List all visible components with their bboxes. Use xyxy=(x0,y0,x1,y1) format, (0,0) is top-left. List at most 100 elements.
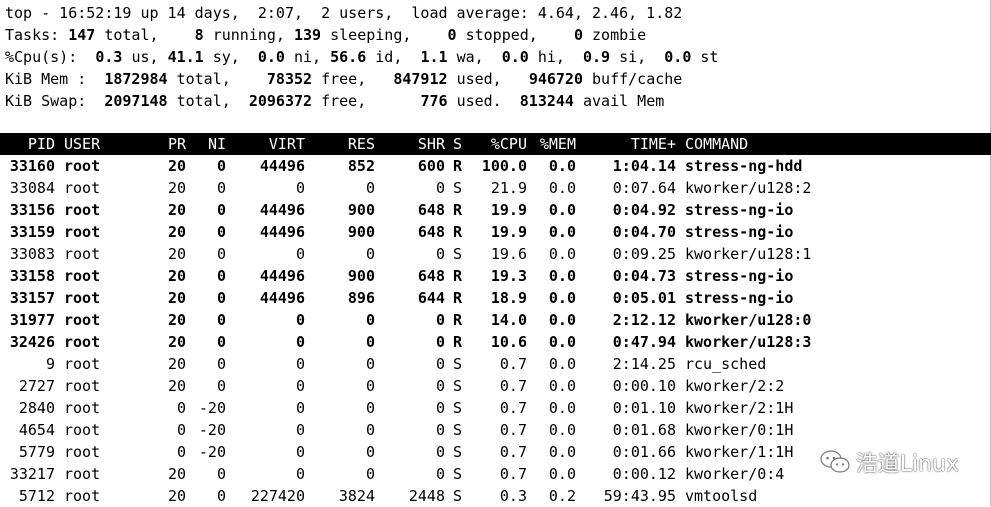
process-virt: 44496 xyxy=(259,157,305,175)
process-nice: 0 xyxy=(216,355,226,373)
swap-total: 2097148 xyxy=(104,92,168,110)
swap-label: KiB Swap: xyxy=(5,92,87,110)
process-cpu: 18.9 xyxy=(490,289,527,307)
process-state: S xyxy=(453,355,463,373)
process-shr: 0 xyxy=(435,333,445,351)
process-shr: 0 xyxy=(435,421,445,439)
process-row[interactable]: 33083 root 20 0 0 0 0 S 19.6 0.0 0:09.25 kworker/u1… xyxy=(0,243,991,265)
process-row[interactable]: 5712 root 20 0 227420 3824 2448 S 0.3 0.2 59:43.95… xyxy=(0,485,991,507)
process-user: root xyxy=(64,421,101,439)
process-user: root xyxy=(64,267,101,285)
process-row[interactable]: 4654 root 0 -20 0 0 0 S 0.7 0.0 0:01.68 kworker/0:1… xyxy=(0,419,991,441)
mem-line: KiB Mem : 1872984 total, 78352 free, 847… xyxy=(5,68,682,90)
process-pid: 5712 xyxy=(18,487,55,505)
process-mem: 0.0 xyxy=(548,465,576,483)
process-virt: 44496 xyxy=(259,201,305,219)
process-nice: -20 xyxy=(198,421,226,439)
process-command: stress-ng-io xyxy=(685,223,794,241)
process-priority: 0 xyxy=(176,399,186,417)
process-command: kworker/u128:0 xyxy=(685,311,812,329)
process-table-header: PID USER PR NI VIRT RES SHR S %CPU %MEM … xyxy=(0,133,991,155)
process-state: R xyxy=(453,267,463,285)
cpu-st: 0.0 xyxy=(664,48,692,66)
col-header-time[interactable]: TIME+ xyxy=(590,133,676,155)
process-res: 0 xyxy=(365,465,375,483)
process-command: stress-ng-io xyxy=(685,267,794,285)
process-command: stress-ng-io xyxy=(685,289,794,307)
cpu-label: %Cpu(s): xyxy=(5,48,78,66)
col-header-state[interactable]: S xyxy=(453,133,467,155)
tasks-stopped: 0 xyxy=(447,26,457,44)
process-row[interactable]: 33159 root 20 0 44496 900 648 R 19.9 0.0 0:04.70 st… xyxy=(0,221,991,243)
process-virt: 0 xyxy=(295,443,305,461)
tasks-total-label: total, xyxy=(104,26,159,44)
col-header-cpu[interactable]: %CPU xyxy=(472,133,527,155)
process-time: 2:12.12 xyxy=(612,311,676,329)
cpu-ni: 0.0 xyxy=(257,48,285,66)
process-mem: 0.0 xyxy=(548,289,576,307)
process-user: root xyxy=(64,443,101,461)
wechat-icon xyxy=(820,450,850,473)
swap-free: 2096372 xyxy=(248,92,313,110)
mem-buff: 946720 xyxy=(528,70,583,88)
swap-avail: 813244 xyxy=(519,92,574,110)
process-row[interactable]: 31977 root 20 0 0 0 0 R 14.0 0.0 2:12.12 kworker/u1… xyxy=(0,309,991,331)
process-state: R xyxy=(453,289,463,307)
col-header-virt[interactable]: VIRT xyxy=(230,133,305,155)
process-row[interactable]: 2727 root 20 0 0 0 0 S 0.7 0.0 0:00.10 kworker/2:2 xyxy=(0,375,991,397)
process-virt: 0 xyxy=(295,465,305,483)
process-shr: 648 xyxy=(417,267,445,285)
process-virt: 0 xyxy=(295,311,305,329)
process-row[interactable]: 9 root 20 0 0 0 0 S 0.7 0.0 2:14.25 rcu_sched xyxy=(0,353,991,375)
process-command: stress-ng-io xyxy=(685,201,794,219)
col-header-shr[interactable]: SHR xyxy=(380,133,445,155)
process-command: vmtoolsd xyxy=(685,487,758,505)
col-header-command[interactable]: COMMAND xyxy=(685,133,835,155)
mem-label: KiB Mem : xyxy=(5,70,87,88)
col-header-mem[interactable]: %MEM xyxy=(530,133,576,155)
process-pid: 33157 xyxy=(9,289,55,307)
process-virt: 0 xyxy=(295,245,305,263)
cpu-id: 56.6 xyxy=(330,48,367,66)
process-nice: 0 xyxy=(216,465,226,483)
process-row[interactable]: 33156 root 20 0 44496 900 648 R 19.9 0.0 0:04.92 st… xyxy=(0,199,991,221)
process-row[interactable]: 33157 root 20 0 44496 896 644 R 18.9 0.0 0:05.01 st… xyxy=(0,287,991,309)
process-time: 2:14.25 xyxy=(612,355,676,373)
process-state: S xyxy=(453,465,463,483)
process-nice: -20 xyxy=(198,443,226,461)
process-row[interactable]: 33158 root 20 0 44496 900 648 R 19.3 0.0 0:04.73 st… xyxy=(0,265,991,287)
process-row[interactable]: 33084 root 20 0 0 0 0 S 21.9 0.0 0:07.64 kworker/u1… xyxy=(0,177,991,199)
process-mem: 0.0 xyxy=(548,443,576,461)
cpu-sy: 41.1 xyxy=(167,48,204,66)
process-res: 900 xyxy=(347,267,375,285)
process-res: 0 xyxy=(365,377,375,395)
col-header-ni[interactable]: NI xyxy=(188,133,226,155)
process-priority: 20 xyxy=(167,157,186,175)
process-priority: 20 xyxy=(167,355,186,373)
process-time: 59:43.95 xyxy=(603,487,676,505)
process-shr: 644 xyxy=(417,289,445,307)
process-row[interactable]: 2840 root 0 -20 0 0 0 S 0.7 0.0 0:01.10 kworker/2:1… xyxy=(0,397,991,419)
terminal-window[interactable]: top - 16:52:19 up 14 days, 2:07, 2 users… xyxy=(0,0,991,506)
process-command: stress-ng-hdd xyxy=(685,157,803,175)
cpu-sy-label: sy, xyxy=(212,48,240,66)
mem-total-label: total, xyxy=(176,70,231,88)
process-row[interactable]: 33160 root 20 0 44496 852 600 R 100.0 0.0 1:04.14 s… xyxy=(0,155,991,177)
process-priority: 20 xyxy=(167,223,186,241)
col-header-res[interactable]: RES xyxy=(310,133,375,155)
cpu-si-label: si, xyxy=(619,48,647,66)
process-mem: 0.0 xyxy=(548,421,576,439)
process-shr: 0 xyxy=(435,179,445,197)
process-user: root xyxy=(64,223,101,241)
process-pid: 5779 xyxy=(18,443,55,461)
col-header-pid[interactable]: PID xyxy=(5,133,55,155)
mem-buff-label: buff/cache xyxy=(592,70,683,88)
process-shr: 0 xyxy=(435,377,445,395)
col-header-pr[interactable]: PR xyxy=(150,133,186,155)
process-user: root xyxy=(64,157,101,175)
process-mem: 0.0 xyxy=(548,157,576,175)
col-header-user[interactable]: USER xyxy=(64,133,124,155)
process-pid: 33084 xyxy=(9,179,55,197)
process-row[interactable]: 32426 root 20 0 0 0 0 R 10.6 0.0 0:47.94 kworker/u1… xyxy=(0,331,991,353)
process-time: 0:04.92 xyxy=(612,201,676,219)
